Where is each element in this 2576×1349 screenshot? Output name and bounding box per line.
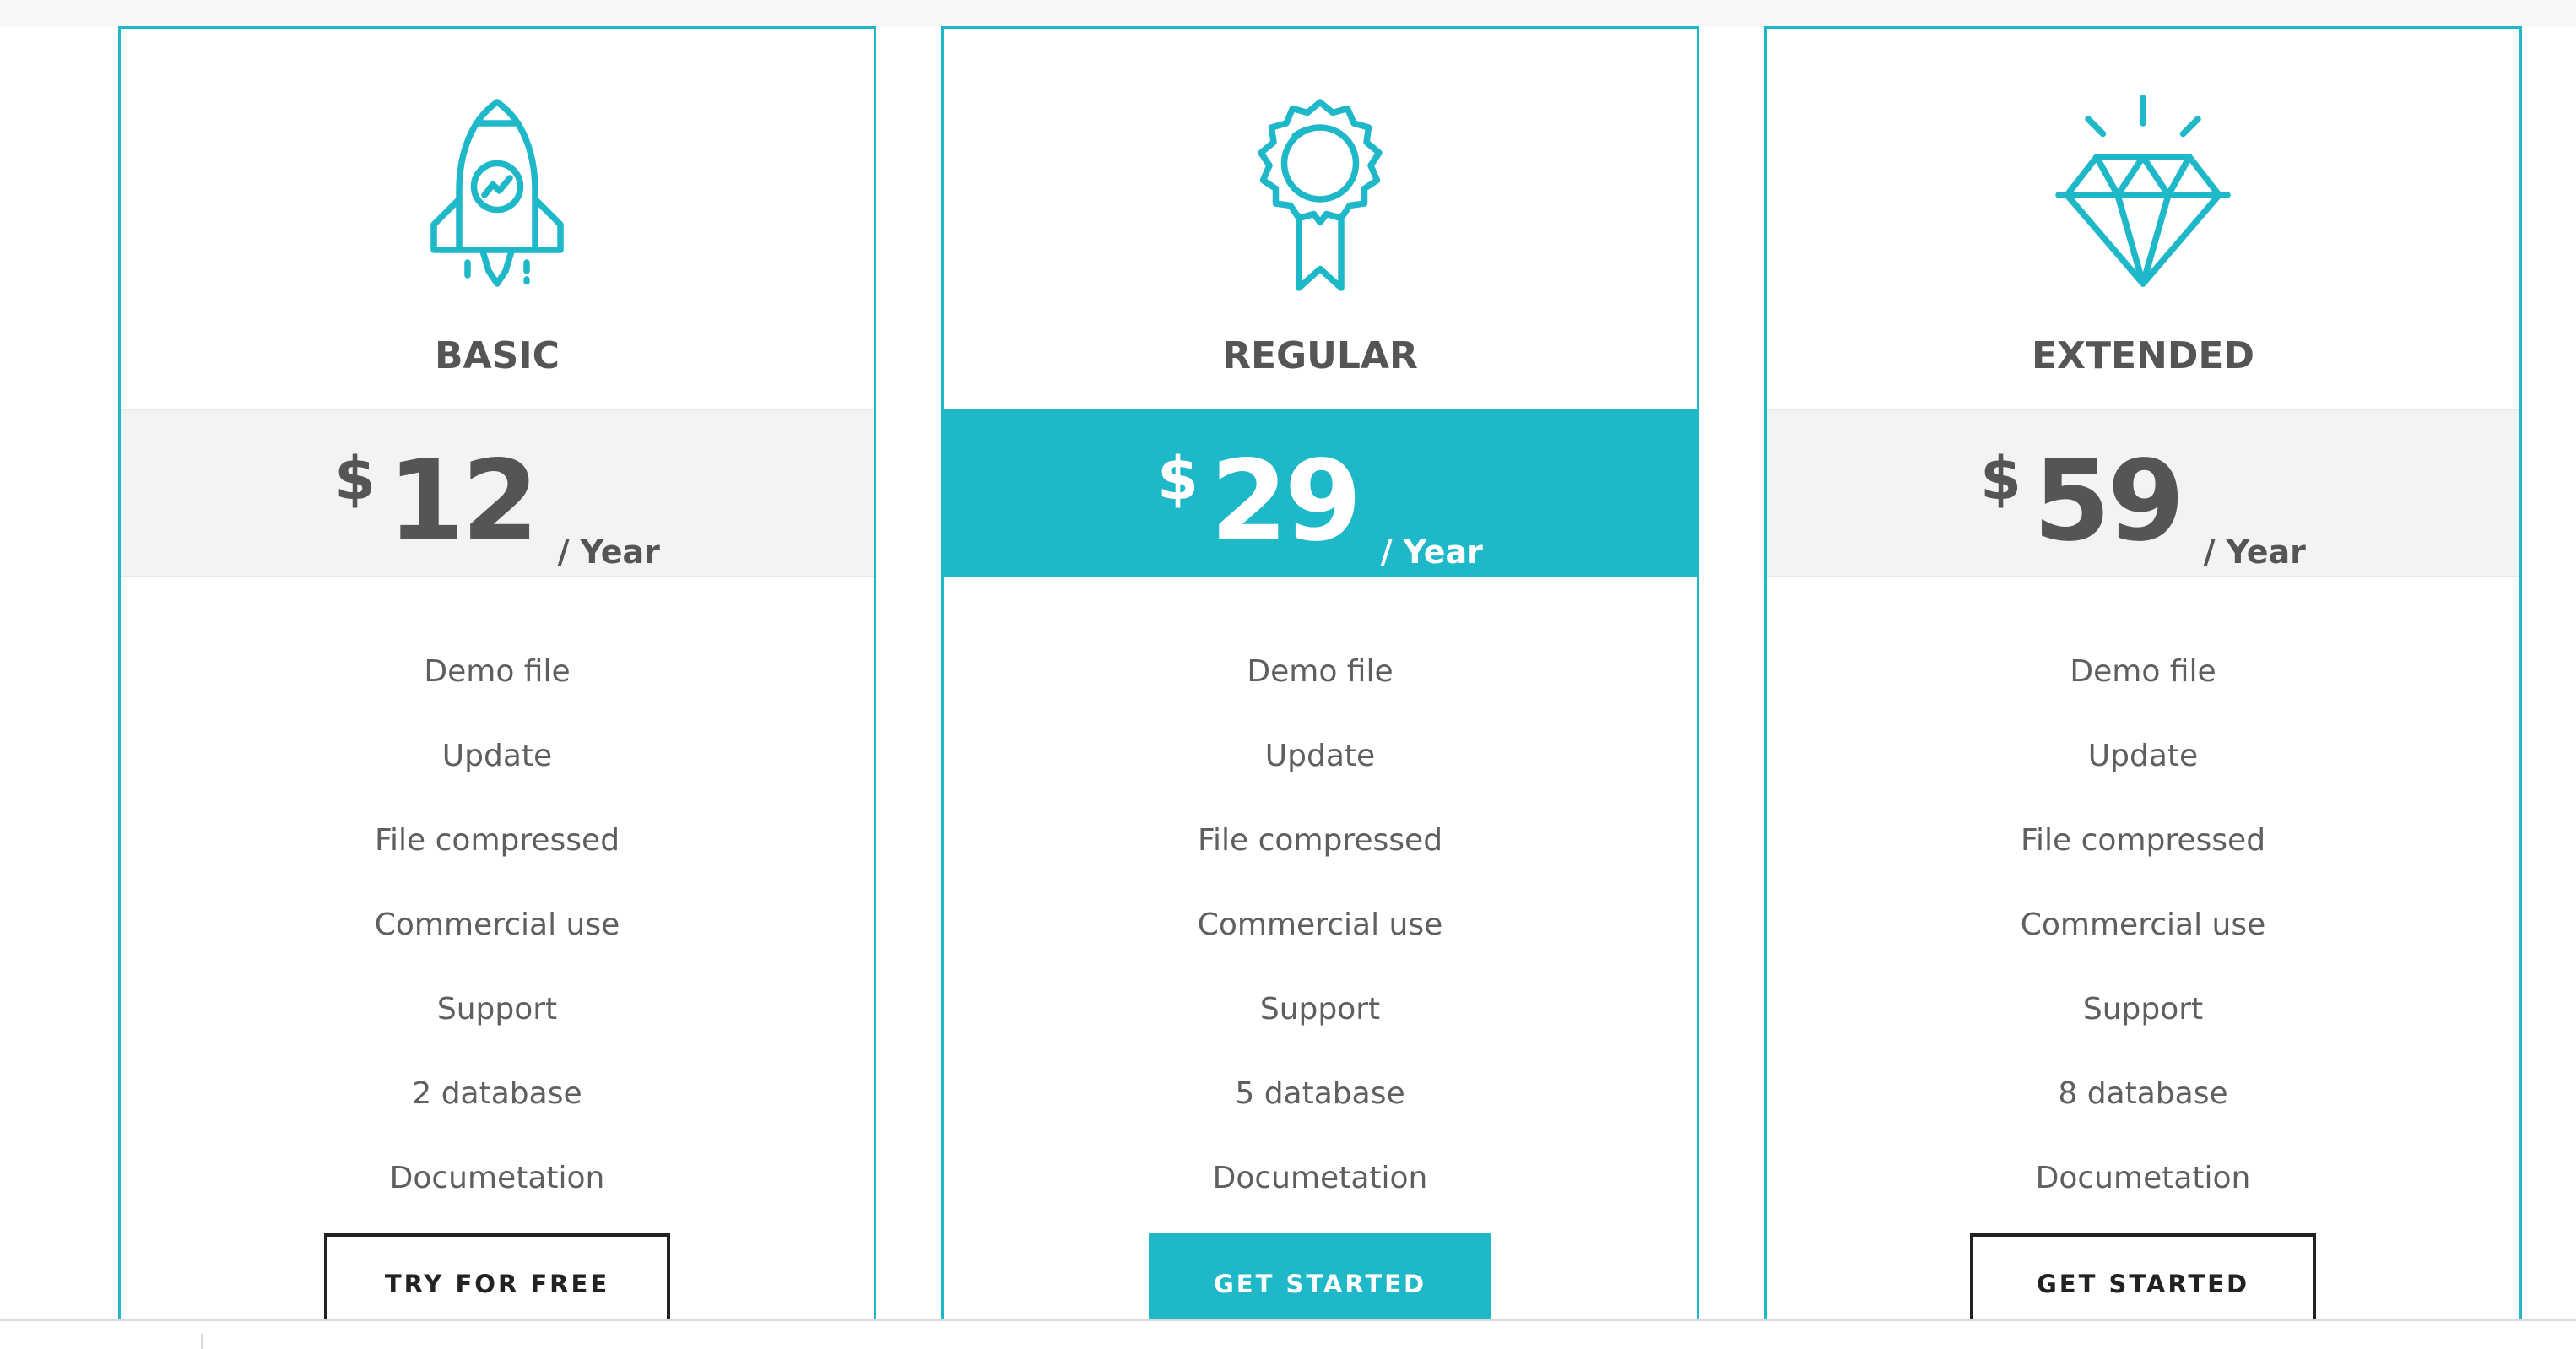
feature-item: Support (436, 992, 558, 1027)
feature-item: Demo file (1247, 654, 1394, 689)
feature-item: Documetation (389, 1161, 605, 1195)
pricing-card-basic: BASIC $ 12 / Year Demo file Update File … (118, 26, 876, 1321)
feature-item: File compressed (1197, 823, 1443, 858)
feature-item: File compressed (374, 823, 620, 858)
price-amount: 59 (2032, 436, 2185, 566)
feature-item: Commercial use (1197, 907, 1443, 942)
plan-name: EXTENDED (2032, 334, 2254, 377)
award-ribbon-icon (944, 89, 1697, 301)
price-band: $ 29 / Year (944, 409, 1697, 577)
feature-item: Commercial use (374, 907, 620, 942)
feature-item: File compressed (2020, 823, 2266, 858)
feature-list: Demo file Update File compressed Commerc… (1767, 637, 2519, 1221)
feature-item: Documetation (1212, 1161, 1428, 1195)
rocket-icon (121, 89, 874, 301)
feature-item: Support (2082, 992, 2204, 1027)
price-amount: 12 (387, 436, 539, 566)
feature-item: Commercial use (2020, 907, 2266, 942)
currency-symbol: $ (334, 444, 376, 513)
page-top-band (0, 0, 2576, 27)
price-amount: 29 (1210, 436, 1362, 566)
currency-symbol: $ (1157, 444, 1199, 513)
feature-list: Demo file Update File compressed Commerc… (121, 637, 874, 1221)
price-period: / Year (1380, 534, 1483, 571)
try-for-free-button[interactable]: TRY FOR FREE (324, 1233, 670, 1321)
plan-name: BASIC (435, 334, 560, 377)
pricing-card-regular: REGULAR $ 29 / Year Demo file Update Fil… (941, 26, 1699, 1321)
get-started-button[interactable]: GET STARTED (1970, 1233, 2316, 1321)
feature-item: 2 database (412, 1076, 582, 1111)
price-period: / Year (2203, 534, 2306, 571)
get-started-button[interactable]: GET STARTED (1149, 1233, 1491, 1321)
feature-item: Support (1259, 992, 1381, 1027)
feature-item: Update (2087, 739, 2199, 773)
feature-list: Demo file Update File compressed Commerc… (944, 637, 1697, 1221)
price-band: $ 12 / Year (121, 409, 874, 577)
plan-name: REGULAR (1222, 334, 1418, 377)
page-divider (0, 1319, 2576, 1321)
feature-item: Update (441, 739, 553, 773)
price-period: / Year (557, 534, 660, 571)
diamond-icon (1767, 89, 2519, 301)
currency-symbol: $ (1980, 444, 2021, 513)
divider-tick (201, 1334, 203, 1349)
pricing-card-extended: EXTENDED $ 59 / Year Demo file Update Fi… (1764, 26, 2522, 1321)
feature-item: Update (1264, 739, 1376, 773)
feature-item: 5 database (1235, 1076, 1405, 1111)
feature-item: Demo file (424, 654, 571, 689)
feature-item: Demo file (2070, 654, 2216, 689)
feature-item: 8 database (2058, 1076, 2228, 1111)
feature-item: Documetation (2035, 1161, 2251, 1195)
price-band: $ 59 / Year (1767, 409, 2519, 577)
